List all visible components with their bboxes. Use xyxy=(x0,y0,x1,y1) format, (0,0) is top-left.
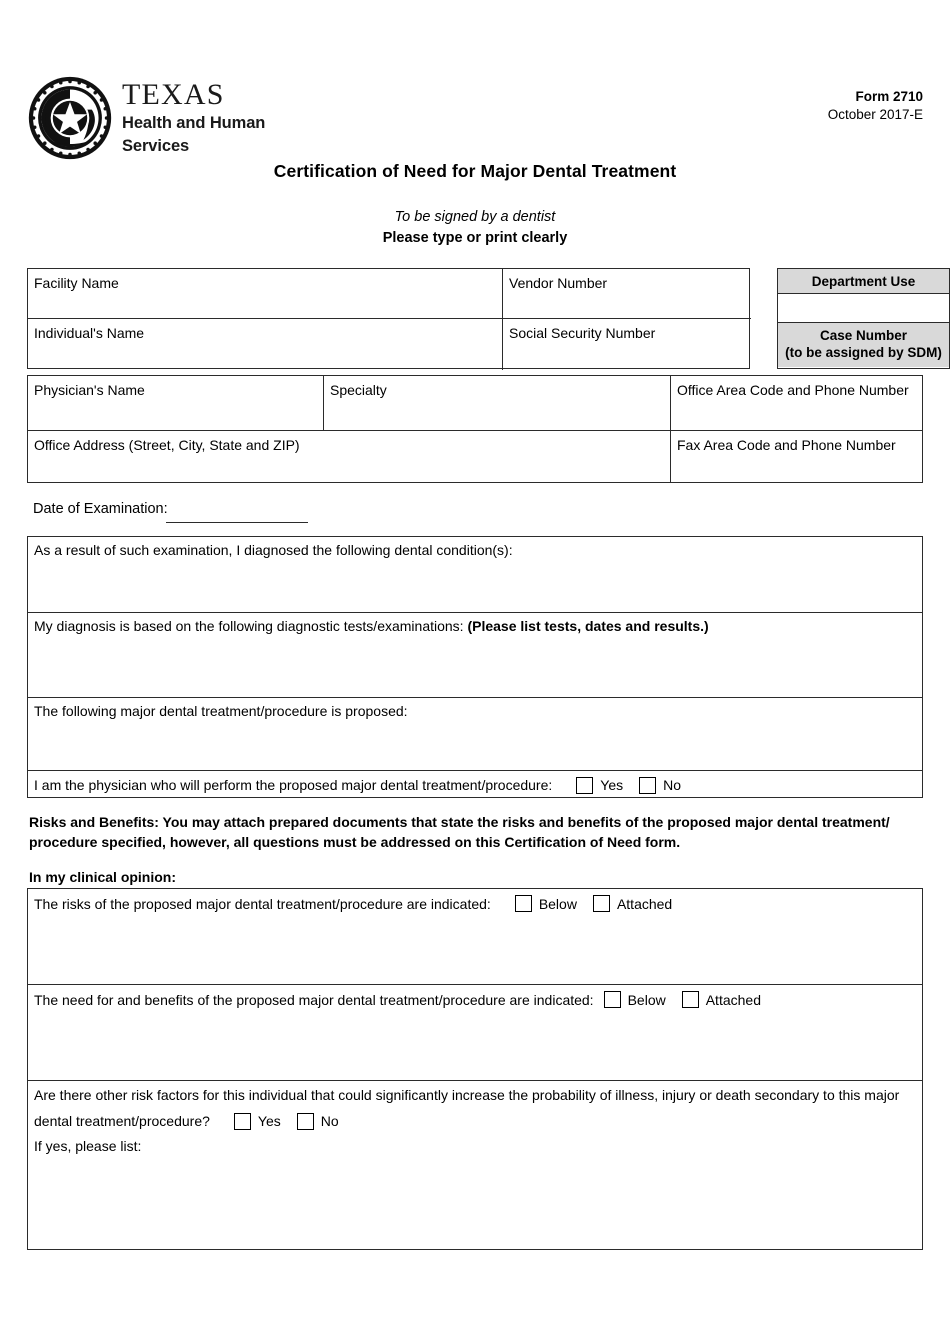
vendor-number-label: Vendor Number xyxy=(509,275,608,291)
facility-information-table: Facility Name Vendor Number Individual's… xyxy=(27,268,950,370)
date-of-examination-label: Date of Examination: xyxy=(33,501,168,517)
other-risk-no-checkbox[interactable] xyxy=(296,1112,314,1130)
logo-subline-2: Services xyxy=(122,137,190,155)
physician-name-label: Physician's Name xyxy=(34,382,145,398)
diagnostic-tests-row[interactable]: My diagnosis is based on the following d… xyxy=(28,613,922,698)
logo-subline-1: Health and Human xyxy=(122,113,266,132)
risks-attached-label: Attached xyxy=(616,895,673,912)
case-number-note: (to be assigned by SDM) xyxy=(785,345,942,360)
diagnostic-tests-label: My diagnosis is based on the following d… xyxy=(28,613,922,635)
other-risk-no-label: No xyxy=(320,1113,339,1129)
fax-phone-cell[interactable]: Fax Area Code and Phone Number xyxy=(671,431,922,482)
table-row: Office Address (Street, City, State and … xyxy=(28,431,922,482)
other-risk-factors-row[interactable]: Are there other risk factors for this in… xyxy=(28,1081,922,1251)
clinical-opinion-heading: In my clinical opinion: xyxy=(29,869,177,885)
table-row: Physician's Name Specialty Office Area C… xyxy=(28,376,922,431)
other-risk-factors-question-line2: dental treatment/procedure? xyxy=(34,1113,210,1129)
department-use-column: Department Use Case Number (to be assign… xyxy=(777,268,950,369)
case-number-label: Case Number xyxy=(819,328,908,344)
form-page: TEXAS Health and Human Services Form 271… xyxy=(0,0,950,1342)
performing-physician-no-checkbox[interactable] xyxy=(639,776,657,794)
benefits-indicated-label: The need for and benefits of the propose… xyxy=(34,991,594,1008)
diagnostic-tests-hint: (Please list tests, dates and results.) xyxy=(467,618,709,634)
office-address-cell[interactable]: Office Address (Street, City, State and … xyxy=(28,431,671,482)
specialty-cell[interactable]: Specialty xyxy=(324,376,671,430)
ssn-cell[interactable]: Social Security Number xyxy=(503,319,751,370)
proposed-treatment-label: The following major dental treatment/pro… xyxy=(34,703,408,719)
risks-indicated-label: The risks of the proposed major dental t… xyxy=(34,895,491,912)
risks-attached-checkbox[interactable] xyxy=(592,895,610,912)
performing-physician-no-label: No xyxy=(663,777,682,793)
performing-physician-yes-checkbox[interactable] xyxy=(576,776,594,794)
office-address-label: Office Address (Street, City, State and … xyxy=(34,437,300,453)
specialty-label: Specialty xyxy=(330,382,387,398)
facility-name-cell[interactable]: Facility Name xyxy=(28,269,503,318)
diagnostic-tests-text: My diagnosis is based on the following d… xyxy=(34,618,468,634)
clinical-opinion-section: The risks of the proposed major dental t… xyxy=(27,888,923,1250)
benefits-attached-checkbox[interactable] xyxy=(681,991,699,1008)
texas-state-seal-icon xyxy=(28,76,112,160)
table-row: Facility Name Vendor Number xyxy=(28,269,751,319)
page-title: Certification of Need for Major Dental T… xyxy=(273,161,677,181)
date-of-examination-input[interactable] xyxy=(166,522,308,523)
benefits-below-label: Below xyxy=(627,991,666,1008)
form-number: Form 2710 xyxy=(855,89,923,104)
vendor-number-cell[interactable]: Vendor Number xyxy=(503,269,751,318)
agency-logo: TEXAS Health and Human Services xyxy=(28,76,265,160)
page-header: TEXAS Health and Human Services Form 271… xyxy=(0,0,950,160)
fax-phone-label: Fax Area Code and Phone Number xyxy=(677,437,896,453)
logo-texas-word: TEXAS xyxy=(122,77,225,111)
diagnosed-conditions-row[interactable]: As a result of such examination, I diagn… xyxy=(28,537,922,613)
subtitle-italic: To be signed by a dentist xyxy=(394,209,556,225)
subtitle-bold: Please type or print clearly xyxy=(382,230,568,246)
other-risk-yes-label: Yes xyxy=(257,1113,281,1129)
other-risk-factors-question-line1: Are there other risk factors for this in… xyxy=(34,1087,900,1103)
form-number-block: Form 2710 October 2017-E xyxy=(828,88,923,124)
office-phone-cell[interactable]: Office Area Code and Phone Number xyxy=(671,376,922,430)
physician-information-table: Physician's Name Specialty Office Area C… xyxy=(27,375,923,483)
performing-physician-row: I am the physician who will perform the … xyxy=(28,771,922,799)
individual-name-label: Individual's Name xyxy=(34,325,145,341)
risks-below-label: Below xyxy=(538,895,577,912)
other-risk-yes-checkbox[interactable] xyxy=(233,1112,251,1130)
benefits-below-checkbox[interactable] xyxy=(603,991,621,1008)
benefits-attached-label: Attached xyxy=(705,991,761,1008)
proposed-treatment-row[interactable]: The following major dental treatment/pro… xyxy=(28,698,922,771)
physician-name-cell[interactable]: Physician's Name xyxy=(28,376,324,430)
facility-left-block: Facility Name Vendor Number Individual's… xyxy=(27,268,751,370)
table-row: Individual's Name Social Security Number xyxy=(28,319,751,370)
individual-name-cell[interactable]: Individual's Name xyxy=(28,319,503,370)
department-use-field[interactable] xyxy=(778,294,949,323)
diagnosis-section: As a result of such examination, I diagn… xyxy=(27,536,923,798)
performing-physician-yes-label: Yes xyxy=(600,777,624,793)
office-phone-label: Office Area Code and Phone Number xyxy=(677,382,909,398)
facility-name-label: Facility Name xyxy=(34,275,119,291)
form-revision-date: October 2017-E xyxy=(827,107,923,123)
risks-below-checkbox[interactable] xyxy=(514,895,532,912)
agency-logo-text: TEXAS Health and Human Services xyxy=(122,77,266,156)
case-number-header: Case Number (to be assigned by SDM) xyxy=(778,323,949,367)
ssn-label: Social Security Number xyxy=(509,325,656,341)
benefits-indicated-row[interactable]: The need for and benefits of the propose… xyxy=(28,985,922,1081)
if-yes-please-list-label: If yes, please list: xyxy=(34,1137,142,1154)
risks-indicated-row[interactable]: The risks of the proposed major dental t… xyxy=(28,889,922,985)
performing-physician-question: I am the physician who will perform the … xyxy=(34,777,553,793)
department-use-header: Department Use xyxy=(778,269,949,294)
diagnosed-conditions-label: As a result of such examination, I diagn… xyxy=(34,542,513,558)
risks-and-benefits-paragraph: Risks and Benefits: You may attach prepa… xyxy=(29,814,890,851)
